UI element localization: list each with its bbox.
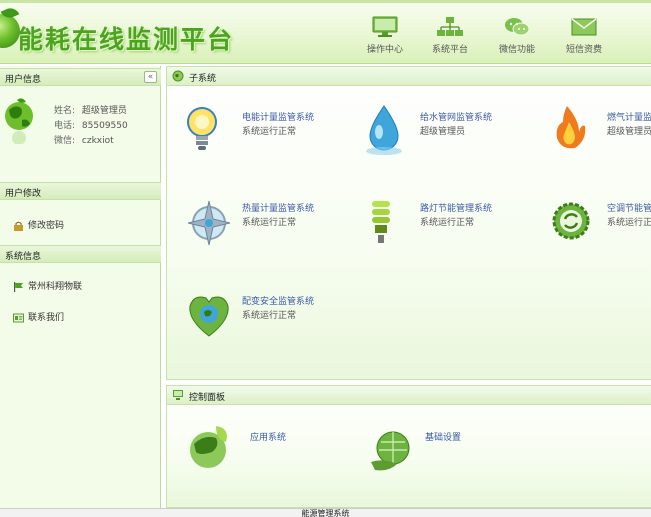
nav-sms-fees[interactable]: 短信资费	[554, 16, 614, 60]
subsystems-heading: 子系统	[189, 74, 217, 84]
flag-icon	[14, 281, 23, 292]
footer-text: 能源管理系统	[301, 509, 350, 517]
user-edit-header: 用户修改	[0, 182, 161, 200]
network-icon	[437, 17, 463, 36]
nav-system-platform[interactable]: 系统平台	[420, 16, 480, 60]
nav-label: 短信资费	[565, 45, 602, 55]
user-wechat-row: 微信: czkxiot	[54, 133, 114, 146]
contact-us-link[interactable]: 联系我们	[13, 310, 64, 323]
subsystem-heat-metering[interactable]: 热量计量监管系统 系统运行正常	[184, 195, 344, 255]
flame-icon	[556, 106, 586, 149]
control-application-system[interactable]: 应用系统	[186, 424, 346, 476]
subsystem-status: 超级管理员	[607, 127, 651, 137]
app-header: 能耗在线监测平台 操作中心 系统平台 微信功能 短信资费	[0, 0, 651, 64]
wechat-icon	[505, 18, 530, 36]
leaf-globe-icon	[190, 426, 227, 468]
subsystem-name: 配变安全监管系统	[242, 297, 315, 307]
user-phone-row: 电话: 85509550	[54, 118, 128, 131]
control-panel: 控制面板 应用系统 基础设置	[166, 385, 651, 508]
subsystem-status: 系统运行正常	[420, 218, 475, 228]
user-phone-value: 85509550	[81, 121, 128, 131]
subsystem-electricity[interactable]: 电能计量监管系统 系统运行正常	[184, 104, 344, 164]
monitor-small-icon	[173, 390, 183, 400]
subsystem-name: 空调节能管	[607, 204, 651, 214]
header-top-line	[0, 0, 651, 3]
system-info-heading: 系统信息	[5, 252, 42, 262]
user-name-value: 超级管理员	[81, 106, 127, 116]
globe-icon	[172, 70, 184, 82]
compass-icon	[187, 200, 231, 246]
subsystems-header: 子系统	[167, 67, 651, 86]
subsystem-name: 路灯节能管理系统	[420, 204, 493, 214]
subsystem-status: 超级管理员	[420, 127, 466, 137]
control-panel-header: 控制面板	[167, 386, 651, 405]
nav-wechat-functions[interactable]: 微信功能	[487, 16, 547, 60]
globe-hand-icon	[371, 431, 410, 471]
contact-card-icon	[13, 313, 24, 322]
nav-label: 系统平台	[431, 45, 468, 55]
subsystem-status: 系统运行正常	[242, 218, 297, 228]
user-info-header: 用户信息 «	[0, 68, 161, 86]
nav-label: 微信功能	[498, 45, 535, 55]
contact-us-label: 联系我们	[28, 313, 65, 323]
water-drop-icon	[366, 105, 402, 155]
system-info-header: 系统信息	[0, 245, 161, 263]
envelope-icon	[571, 18, 597, 36]
user-phone-label: 电话:	[54, 121, 76, 131]
subsystem-status: 系统运行正常	[242, 127, 297, 137]
control-item-name: 应用系统	[250, 433, 287, 443]
footer-bar: 能源管理系统	[0, 508, 651, 517]
subsystem-name: 电能计量监管系统	[242, 113, 315, 123]
lock-icon	[14, 221, 23, 231]
change-password-link[interactable]: 修改密码	[13, 218, 64, 231]
control-item-name: 基础设置	[425, 433, 462, 443]
user-avatar-icon	[5, 98, 33, 144]
heart-globe-icon	[189, 296, 229, 337]
subsystem-water-supply[interactable]: 给水管网监管系统 超级管理员	[362, 104, 522, 164]
user-wechat-label: 微信:	[54, 136, 76, 146]
company-link-label: 常州科翔物联	[28, 282, 83, 292]
user-wechat-value: czkxiot	[81, 136, 114, 146]
subsystem-status: 系统运行正常	[242, 311, 297, 321]
subsystem-air-conditioning[interactable]: 空调节能管 系统运行正常	[549, 195, 651, 255]
user-info-heading: 用户信息	[5, 75, 42, 85]
left-sidebar: 用户信息 « 姓名: 超级管理员 电话: 85509550 微信: czkxio…	[0, 66, 161, 508]
subsystem-street-lighting[interactable]: 路灯节能管理系统 系统运行正常	[362, 195, 522, 255]
recycle-gear-icon	[552, 202, 590, 240]
control-basic-settings[interactable]: 基础设置	[367, 424, 527, 476]
nav-label: 操作中心	[366, 45, 403, 55]
collapse-sidebar-button[interactable]: «	[144, 71, 157, 83]
company-link[interactable]: 常州科翔物联	[13, 279, 82, 292]
user-edit-heading: 用户修改	[5, 189, 42, 199]
control-panel-heading: 控制面板	[189, 393, 226, 403]
user-name-row: 姓名: 超级管理员	[54, 103, 127, 116]
subsystem-status: 系统运行正常	[607, 218, 651, 228]
subsystem-gas-metering[interactable]: 燃气计量监管 超级管理员	[549, 104, 651, 164]
user-name-label: 姓名:	[54, 106, 76, 116]
lightbulb-icon	[187, 107, 217, 150]
change-password-label: 修改密码	[28, 221, 65, 231]
subsystem-name: 燃气计量监管	[607, 113, 651, 123]
subsystem-transformer-safety[interactable]: 配变安全监管系统 系统运行正常	[184, 288, 344, 348]
monitor-icon	[372, 16, 398, 37]
subsystem-name: 给水管网监管系统	[420, 113, 493, 123]
nav-operation-center[interactable]: 操作中心	[355, 16, 415, 60]
energy-saving-bulb-icon	[372, 201, 390, 243]
logo-globe-icon	[0, 14, 20, 48]
app-title: 能耗在线监测平台	[18, 25, 235, 54]
subsystems-panel: 子系统 电能计量监管系统 系统运行正常 给水管网监管系统 超级管理员 燃气计量监…	[166, 66, 651, 380]
subsystem-name: 热量计量监管系统	[242, 204, 315, 214]
